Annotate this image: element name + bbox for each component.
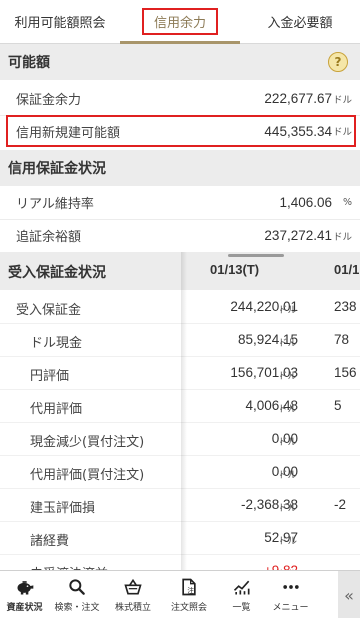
row-label: ドル現金 [30, 336, 83, 351]
row-value-next: 5 [334, 398, 342, 413]
nav-label: 資産状況 [6, 603, 43, 613]
nav-label: メニュー [272, 603, 309, 613]
table-row: 諸経費 52.97 ドル [0, 522, 360, 555]
section-header-available: 可能額 ? [0, 44, 360, 80]
bottom-nav: 資産状況 検索・注文 株式積立 注 注文照会 一覧 メニュー « [0, 570, 360, 618]
table-row: ドル現金 85,924.15 ドル 78 [0, 324, 360, 357]
chart-icon [233, 580, 249, 595]
date-column-header: 01/1 [334, 262, 360, 277]
piggy-bank-icon [17, 581, 33, 595]
section-header-margin-status: 信用保証金状況 [0, 150, 360, 186]
row-label: 保証金余力 [16, 93, 82, 108]
row-label: 諸経費 [30, 534, 70, 549]
row-margin-call-buffer: 追証余裕額 237,272.41 ドル [0, 219, 360, 253]
row-new-position-available: 信用新規建可能額 445,355.34 ドル [6, 115, 356, 147]
row-label: 追証余裕額 [16, 230, 82, 245]
tab-deposit-required[interactable]: 入金必要額 [240, 0, 360, 43]
nav-asset-status[interactable]: 資産状況 [0, 571, 49, 618]
tab-label: 利用可能額照会 [14, 16, 106, 31]
row-unit: ドル [278, 536, 298, 547]
row-label: リアル維持率 [16, 197, 94, 212]
table-row: 代用評価 4,006.48 ドル 5 [0, 390, 360, 423]
row-unit: ドル [278, 305, 298, 316]
order-doc-icon: 注 [182, 578, 196, 596]
row-value: 1,406.06 [279, 195, 332, 210]
section-title: 可能額 [8, 55, 50, 71]
nav-label: 検索・注文 [54, 603, 100, 613]
row-unit: ドル [278, 404, 298, 415]
row-unit: ドル [332, 231, 352, 243]
table-row: 現金減少(買付注文) 0.00 ドル [0, 423, 360, 456]
row-unit: ドル [278, 338, 298, 349]
collapse-nav-button[interactable]: « [338, 571, 360, 618]
row-value: 445,355.34 [264, 123, 332, 139]
row-value-next: 238 [334, 299, 357, 314]
svg-text:注: 注 [187, 586, 194, 595]
table-row: 代用評価(買付注文) 0.00 ドル [0, 456, 360, 489]
tab-margin-capacity[interactable]: 信用余力 [120, 0, 240, 44]
row-margin-surplus: 保証金余力 222,677.67 ドル [0, 82, 360, 116]
row-label: 受入保証金 [16, 303, 82, 318]
search-icon [69, 579, 85, 595]
row-label: 現金減少(買付注文) [30, 435, 145, 450]
row-unit: ドル [332, 94, 352, 106]
row-value: 237,272.41 [264, 228, 332, 243]
horizontal-scroll-indicator[interactable] [228, 254, 284, 257]
row-label: 代用評価(買付注文) [30, 468, 145, 483]
row-value-next: 156 [334, 365, 357, 380]
row-label: 代用評価 [30, 402, 83, 417]
row-value: 222,677.67 [264, 91, 332, 106]
table-row: 受入保証金 244,220.01 ドル 238 [0, 291, 360, 324]
basket-icon [124, 578, 142, 595]
nav-stock-accumulation[interactable]: 株式積立 [105, 571, 161, 618]
table-row: 建玉評価損 -2,368.38 ドル -2 [0, 489, 360, 522]
row-value-next: -2 [334, 497, 347, 512]
row-unit: ドル [278, 437, 298, 448]
more-icon [282, 585, 299, 589]
nav-label: 一覧 [232, 603, 251, 613]
tab-label: 信用余力 [141, 8, 218, 35]
section-title: 受入保証金状況 [8, 265, 106, 281]
row-value-next: 78 [334, 332, 350, 347]
row-unit: ドル [332, 127, 352, 138]
row-unit: ドル [278, 371, 298, 382]
row-unit: % [342, 197, 352, 208]
nav-menu[interactable]: メニュー [266, 571, 315, 618]
row-label: 円評価 [30, 369, 70, 384]
table-row: 円評価 156,701.03 ドル 156 [0, 357, 360, 390]
help-icon[interactable]: ? [328, 52, 348, 72]
frozen-column-shadow [181, 252, 187, 570]
tab-bar: 利用可能額照会 信用余力 入金必要額 [0, 0, 360, 44]
table-header: 受入保証金状況 01/13(T) 01/1 [0, 252, 360, 290]
row-unit: ドル [278, 470, 298, 481]
nav-search-order[interactable]: 検索・注文 [49, 571, 105, 618]
tab-label: 入金必要額 [267, 16, 333, 31]
tab-available-amount[interactable]: 利用可能額照会 [0, 0, 120, 43]
section-title: 信用保証金状況 [8, 161, 106, 177]
nav-label: 注文照会 [170, 603, 207, 613]
nav-label: 株式積立 [114, 603, 151, 613]
row-unit: ドル [278, 503, 298, 514]
date-column-header: 01/13(T) [210, 262, 260, 277]
row-maintenance-ratio: リアル維持率 1,406.06 % [0, 186, 360, 220]
nav-order-inquiry[interactable]: 注 注文照会 [161, 571, 217, 618]
row-label: 信用新規建可能額 [16, 125, 121, 141]
nav-list[interactable]: 一覧 [217, 571, 266, 618]
row-label: 建玉評価損 [30, 501, 96, 516]
